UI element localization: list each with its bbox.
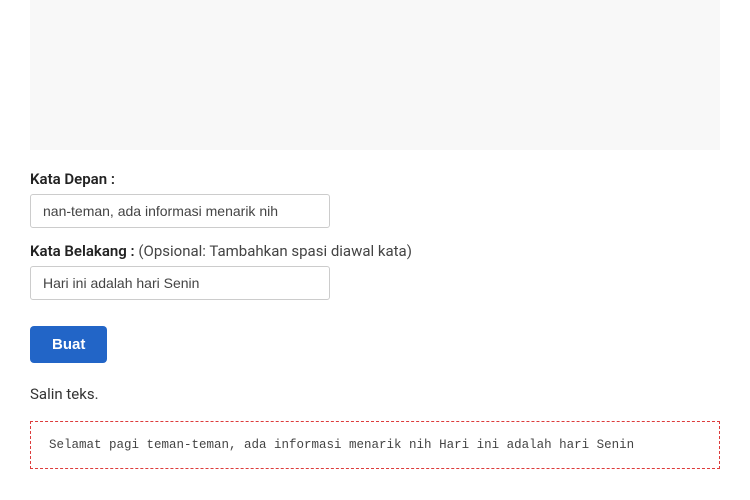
buat-button[interactable]: Buat	[30, 326, 107, 363]
kata-depan-input[interactable]	[30, 194, 330, 228]
kata-belakang-label-main: Kata Belakang :	[30, 242, 138, 260]
kata-depan-label-text: Kata Depan :	[30, 170, 115, 188]
result-box[interactable]: Selamat pagi teman-teman, ada informasi …	[30, 421, 720, 469]
kata-depan-label: Kata Depan :	[30, 170, 720, 188]
salin-teks-label: Salin teks.	[30, 385, 720, 403]
form-section: Kata Depan : Kata Belakang : (Opsional: …	[0, 170, 750, 403]
placeholder-area	[30, 0, 720, 150]
kata-belakang-label-hint: (Opsional: Tambahkan spasi diawal kata)	[138, 242, 412, 260]
kata-belakang-input[interactable]	[30, 266, 330, 300]
kata-belakang-label: Kata Belakang : (Opsional: Tambahkan spa…	[30, 242, 720, 260]
